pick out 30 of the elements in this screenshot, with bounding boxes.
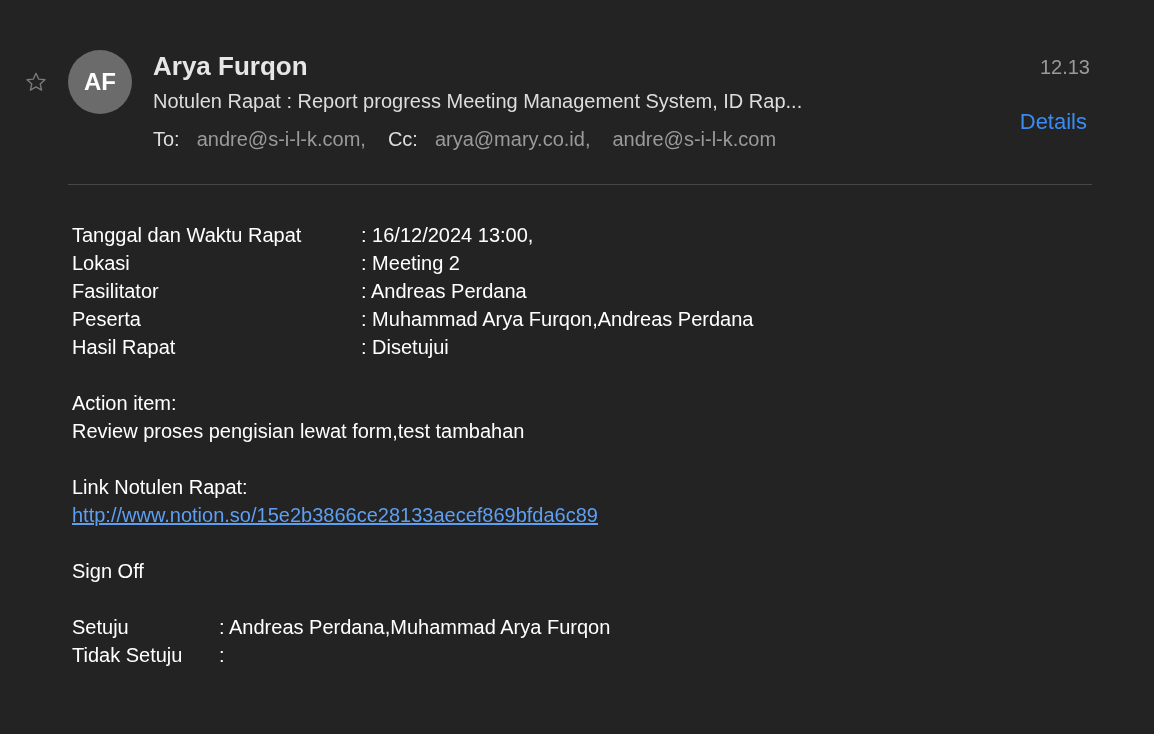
message-time: 12.13: [1039, 56, 1090, 79]
recipient-label: To:: [153, 127, 180, 151]
field-value: :: [219, 643, 226, 668]
field-value: : Meeting 2: [361, 251, 461, 276]
sender-name: Arya Furqon: [153, 50, 309, 82]
recipient-label: Cc:: [387, 127, 418, 151]
field-label: Fasilitator: [72, 279, 160, 304]
field-value: : Andreas Perdana: [361, 279, 528, 304]
field-label: Tanggal dan Waktu Rapat: [72, 223, 303, 248]
body-text: Action item:: [72, 391, 178, 416]
field-label: Lokasi: [72, 251, 131, 276]
field-label: Tidak Setuju: [72, 643, 184, 668]
recipient-address: andre@s-i-l-k.com: [612, 127, 777, 151]
field-label: Peserta: [72, 307, 142, 332]
email-subject: Notulen Rapat : Report progress Meeting Management System, ID Rap...: [153, 89, 804, 113]
field-label: Hasil Rapat: [72, 335, 177, 360]
recipient-address: arya@mary.co.id,: [434, 127, 591, 151]
body-text: Link Notulen Rapat:: [72, 475, 249, 500]
body-text: Sign Off: [72, 559, 145, 584]
field-value: : Muhammad Arya Furqon,Andreas Perdana: [361, 307, 754, 332]
recipient-address: andre@s-i-l-k.com,: [196, 127, 366, 151]
field-value: : Disetujui: [361, 335, 450, 360]
field-value: : Andreas Perdana,Muhammad Arya Furqon: [219, 615, 611, 640]
field-value: : 16/12/2024 13:00,: [361, 223, 535, 248]
field-label: Setuju: [72, 615, 130, 640]
avatar: AF: [68, 50, 132, 114]
notion-link[interactable]: http://www.notion.so/15e2b3866ce28133aecef869bfda6c89: [72, 504, 598, 526]
body-text: Review proses pengisian lewat form,test tambahan: [72, 419, 526, 444]
details-link[interactable]: Details: [1019, 109, 1087, 135]
star-icon[interactable]: [24, 70, 48, 94]
